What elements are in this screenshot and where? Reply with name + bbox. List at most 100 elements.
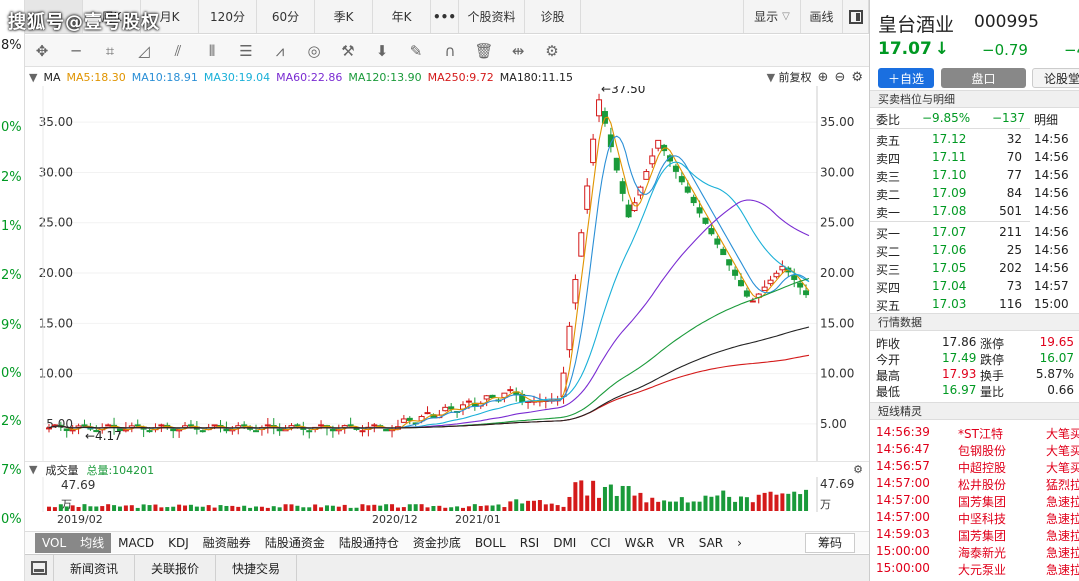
- adjust-dropdown[interactable]: ▼ 前复权: [767, 69, 812, 85]
- collapse-icon[interactable]: ▼: [29, 71, 37, 84]
- y-tick-label: 30.00: [39, 165, 73, 179]
- detail-time: 14:56: [1034, 204, 1069, 218]
- indicator-tab[interactable]: VR: [661, 533, 692, 553]
- fan-icon[interactable]: ◿: [127, 37, 161, 65]
- fibonacci-icon[interactable]: ☰: [229, 37, 263, 65]
- news-row[interactable]: 14:57:00 松井股份 猛烈拉: [870, 475, 1079, 492]
- news-stock: 中超控股: [958, 461, 1007, 475]
- indicator-tab[interactable]: CCI: [583, 533, 617, 553]
- arrow-down-icon[interactable]: ⬇: [365, 37, 399, 65]
- candle-body: [749, 300, 756, 303]
- more-button[interactable]: •••: [431, 0, 459, 33]
- volume-bar: [756, 494, 761, 511]
- split-icon[interactable]: ⇹: [501, 37, 535, 65]
- stock-profile-tab[interactable]: 个股资料: [459, 0, 525, 33]
- line-icon[interactable]: ─: [59, 37, 93, 65]
- indicator-tab[interactable]: 资金抄底: [406, 533, 468, 553]
- volume-bar: [472, 504, 477, 511]
- gear-icon[interactable]: ⚙: [535, 37, 569, 65]
- period-tab-120min[interactable]: 120分: [199, 0, 257, 33]
- period-tab-year[interactable]: 年K: [373, 0, 431, 33]
- ma-value: MA120:13.90: [348, 70, 422, 84]
- tab-news[interactable]: 新闻资讯: [54, 555, 136, 581]
- candle-body: [442, 406, 449, 412]
- news-row[interactable]: 14:56:57 中超控股 大笔买: [870, 458, 1079, 475]
- draw-line-button[interactable]: 画线: [801, 0, 843, 33]
- period-lines-icon[interactable]: ⦀: [195, 37, 229, 65]
- quote-label: 量比: [980, 385, 1005, 399]
- volume-chart[interactable]: 47.6947.69万万: [25, 477, 869, 512]
- volume-bar: [301, 507, 306, 511]
- display-label: 显示: [754, 10, 779, 24]
- news-time: 15:00:00: [876, 544, 930, 558]
- channel-icon[interactable]: ⫽: [161, 37, 195, 65]
- candlestick-chart[interactable]: 35.00 35.00 30.00 30.00 25.00 25.00 20.00 20.00…: [25, 86, 869, 461]
- divider: [870, 221, 1030, 222]
- chips-button[interactable]: 筹码: [804, 532, 855, 553]
- collapse-icon[interactable]: ▼: [29, 463, 37, 476]
- display-dropdown[interactable]: 显示 ▽: [743, 0, 801, 33]
- indicator-tab[interactable]: DMI: [546, 533, 583, 553]
- volume-bar: [313, 504, 318, 511]
- tab-quick-trade[interactable]: 快捷交易: [216, 555, 298, 581]
- news-row[interactable]: 14:57:00 国芳集团 急速拉: [870, 492, 1079, 509]
- indicator-tab[interactable]: VOL: [35, 532, 74, 553]
- indicator-tabs: VOL 均线 MACD KDJ 融资融券 陆股通资金 陆股通持仓 资金抄底 BOLL RSI DMI…: [25, 531, 869, 553]
- cycle-icon[interactable]: ◎: [297, 37, 331, 65]
- orderbook-header: 买卖档位与明细: [870, 90, 1079, 108]
- indicator-tab[interactable]: 融资融券: [196, 533, 258, 553]
- news-signal: 急速拉: [1046, 563, 1079, 577]
- volume-bar: [792, 491, 797, 511]
- indicator-tab[interactable]: W&R: [618, 533, 662, 553]
- volume-bar: [490, 505, 495, 511]
- watermark: 搜狐号@壹号股权: [8, 12, 160, 33]
- wave-icon[interactable]: ⩘: [263, 37, 297, 65]
- left-strip-value: 1%: [1, 219, 22, 234]
- news-row[interactable]: 14:57:00 中坚科技 急速拉: [870, 509, 1079, 526]
- news-row[interactable]: 15:00:00 海泰新光 急速拉: [870, 543, 1079, 560]
- trash-icon[interactable]: 🗑: [467, 37, 501, 65]
- tab-forum[interactable]: 论股堂: [1032, 68, 1079, 88]
- volume-bar: [319, 507, 324, 511]
- gann-icon[interactable]: ⚒: [331, 37, 365, 65]
- volume-bar: [70, 505, 75, 511]
- settings-icon[interactable]: ⚙: [853, 463, 863, 476]
- chevron-down-icon: ▼: [766, 71, 779, 84]
- tab-orderbook[interactable]: 盘口: [941, 68, 1026, 88]
- magnet-icon[interactable]: ∩: [433, 37, 467, 65]
- crop-icon[interactable]: ⌗: [93, 37, 127, 65]
- indicator-tab[interactable]: KDJ: [161, 533, 196, 553]
- zoom-out-icon[interactable]: ⊖: [834, 70, 845, 85]
- indicator-tab[interactable]: BOLL: [468, 533, 513, 553]
- indicator-tab[interactable]: ›: [730, 533, 749, 553]
- move-icon[interactable]: ✥: [25, 37, 59, 65]
- collapse-panel-button[interactable]: [25, 555, 54, 581]
- volume-bar: [514, 499, 519, 511]
- diagnose-tab[interactable]: 诊股: [525, 0, 581, 33]
- level-volume: 116: [999, 297, 1022, 311]
- volume-bar: [608, 484, 613, 511]
- level-volume: 77: [1006, 168, 1022, 182]
- indicator-tab[interactable]: 陆股通持仓: [332, 533, 406, 553]
- add-watchlist-button[interactable]: ＋自选: [878, 68, 934, 88]
- period-tab-60min[interactable]: 60分: [257, 0, 315, 33]
- indicator-tab[interactable]: 陆股通资金: [258, 533, 332, 553]
- indicator-tab[interactable]: SAR: [692, 533, 730, 553]
- layout-toggle-button[interactable]: [843, 0, 869, 33]
- settings-icon[interactable]: ⚙: [851, 70, 863, 85]
- news-row[interactable]: 15:00:00 大元泵业 急速拉: [870, 560, 1079, 577]
- zoom-in-icon[interactable]: ⊕: [818, 70, 829, 85]
- indicator-tab[interactable]: 均线: [73, 532, 112, 553]
- news-row[interactable]: 14:56:39 *ST江特 大笔买: [870, 424, 1079, 441]
- indicator-tab[interactable]: MACD: [111, 533, 161, 553]
- pen-icon[interactable]: ✎: [399, 37, 433, 65]
- indicator-tab[interactable]: RSI: [513, 533, 547, 553]
- candle-body: [158, 424, 165, 427]
- volume-bar: [508, 501, 513, 511]
- news-row[interactable]: 14:56:47 包钢股份 大笔买: [870, 441, 1079, 458]
- tab-related-quotes[interactable]: 关联报价: [135, 555, 217, 581]
- quote-value: 5.87%: [1035, 367, 1074, 381]
- period-tab-quarter[interactable]: 季K: [315, 0, 373, 33]
- stock-name: 皇台酒业: [878, 14, 955, 36]
- news-row[interactable]: 14:59:03 国芳集团 急速拉: [870, 526, 1079, 543]
